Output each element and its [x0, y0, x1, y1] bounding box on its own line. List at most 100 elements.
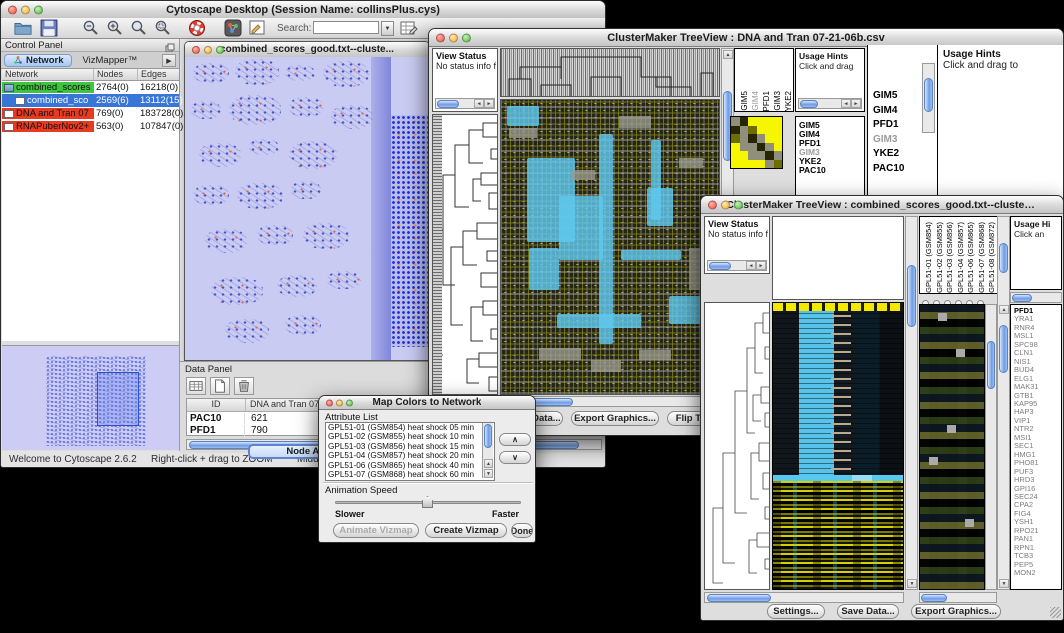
settings-button[interactable]: Settings... — [767, 604, 825, 619]
zoom-column-label[interactable]: GIM3 — [773, 91, 782, 111]
tv2-row-dendrogram[interactable] — [704, 302, 770, 590]
export-graphics-button[interactable]: Export Graphics... — [571, 411, 659, 426]
scroll-down-icon[interactable]: ▼ — [999, 579, 1009, 588]
attribute-item[interactable]: GPL51-06 (GSM865) heat shock 40 min — [326, 461, 494, 470]
network-view-titlebar[interactable]: combined_scores_good.txt--cluste... — [185, 42, 429, 58]
tv2-column-dendrogram-area[interactable] — [772, 216, 904, 300]
scrollbar-thumb[interactable] — [999, 325, 1008, 373]
col-id[interactable]: ID — [187, 399, 246, 411]
scrollbar-thumb[interactable] — [907, 265, 916, 327]
scrollbar-thumb[interactable] — [709, 262, 731, 270]
network-row[interactable]: combined_sco 2569(6) 13112(15) — [2, 94, 179, 107]
fragment-vscrollbar[interactable] — [922, 63, 935, 133]
vizmapper-toolbar-icon[interactable] — [223, 18, 243, 38]
save-data-button[interactable]: Save Data... — [837, 604, 899, 619]
float-panel-icon[interactable] — [165, 40, 175, 50]
minimize-button[interactable] — [721, 200, 730, 209]
array-column-label[interactable]: GPL51-06 (GSM865) — [967, 222, 976, 293]
scroll-right-icon[interactable]: ► — [851, 99, 861, 108]
gene-label[interactable]: MON2 — [1014, 569, 1061, 577]
close-button[interactable] — [436, 33, 445, 42]
tv2-labels-vscrollbar[interactable]: ▲ ▼ — [997, 216, 1010, 590]
attribute-item[interactable]: GPL51-03 (GSM856) heat shock 15 min — [326, 442, 494, 451]
search-input[interactable] — [313, 21, 379, 34]
tab-vizmapper[interactable]: VizMapper™ — [74, 54, 145, 67]
search-dropdown-arrow[interactable]: ▼ — [381, 21, 394, 36]
help-lifesaver-icon[interactable] — [187, 18, 207, 38]
zoom-button[interactable] — [346, 399, 353, 406]
scrollbar-thumb[interactable] — [924, 78, 933, 112]
scroll-left-icon[interactable]: ◄ — [474, 99, 484, 108]
scrollbar-thumb[interactable] — [921, 594, 947, 602]
col-edges[interactable]: Edges — [138, 69, 178, 80]
scroll-up-icon[interactable]: ▲ — [484, 459, 493, 468]
scrollbar-thumb[interactable] — [484, 424, 492, 448]
tv1-status-scrollbar[interactable]: ◄ ► — [435, 98, 495, 109]
scrollbar-thumb[interactable] — [1012, 294, 1032, 302]
overview-viewport-rect[interactable] — [97, 372, 139, 426]
col-network[interactable]: Network — [2, 69, 94, 80]
tv2-zoom-heatmap[interactable] — [919, 304, 985, 590]
zoom-button[interactable] — [462, 33, 471, 42]
move-up-button[interactable]: ∧ — [499, 433, 531, 446]
dialog-titlebar[interactable]: Map Colors to Network — [319, 396, 535, 410]
scrollbar-thumb[interactable] — [987, 341, 995, 389]
zoom-button[interactable] — [216, 46, 224, 54]
tab-more-button[interactable]: ▶ — [162, 54, 176, 67]
scrollbar-thumb[interactable] — [999, 243, 1008, 273]
scrollbar-thumb[interactable] — [437, 100, 459, 108]
network-row[interactable]: combined_scores 2764(0) 16218(0) — [2, 81, 179, 94]
zoom-out-icon[interactable] — [81, 18, 101, 38]
array-column-label[interactable]: GPL51-07 (GSM868) — [978, 222, 987, 293]
zoom-fit-icon[interactable] — [129, 18, 149, 38]
zoom-column-label[interactable]: YKE2 — [784, 91, 793, 111]
export-graphics-button[interactable]: Export Graphics... — [911, 604, 1001, 619]
treeview2-titlebar[interactable]: ClusterMaker TreeView : combined_scores_… — [701, 196, 1063, 214]
zoom-selected-icon[interactable] — [153, 18, 173, 38]
scroll-left-icon[interactable]: ◄ — [746, 261, 756, 270]
tv2-hints-scrollbar[interactable] — [1010, 292, 1062, 303]
close-button[interactable] — [708, 200, 717, 209]
annotation-toolbar-icon[interactable] — [247, 18, 267, 38]
tv1-global-heatmap[interactable] — [500, 99, 720, 395]
scroll-right-icon[interactable]: ► — [756, 261, 766, 270]
col-nodes[interactable]: Nodes — [94, 69, 138, 80]
zoom-column-label[interactable]: PFD1 — [762, 91, 771, 111]
attribute-item[interactable]: GPL51-04 (GSM857) heat shock 20 min — [326, 451, 494, 460]
close-button[interactable] — [326, 399, 333, 406]
tv2-zoom-hscrollbar[interactable] — [919, 592, 997, 603]
zoom-in-icon[interactable] — [105, 18, 125, 38]
zoom-button[interactable] — [734, 200, 743, 209]
array-column-label[interactable]: GPL51-03 (GSM856) — [946, 222, 955, 293]
attribute-item[interactable]: GPL51-01 (GSM854) heat shock 05 min — [326, 423, 494, 432]
gene-label[interactable]: PAC10 — [873, 162, 937, 177]
slider-thumb[interactable] — [422, 496, 433, 508]
gene-label[interactable]: YKE2 — [873, 147, 937, 162]
tv2-zoom-vscrollbar[interactable] — [985, 304, 997, 590]
array-column-label[interactable]: GPL51-04 (GSM857) — [957, 222, 966, 293]
animate-vizmap-button[interactable]: Animate Vizmap — [333, 523, 419, 538]
main-titlebar[interactable]: Cytoscape Desktop (Session Name: collins… — [1, 1, 605, 19]
network-row[interactable]: RNAPuberNov2+ 563(0) 107847(0) — [2, 120, 179, 133]
scroll-up-icon[interactable]: ▲ — [723, 50, 733, 59]
close-button[interactable] — [192, 46, 200, 54]
scrollbar-thumb[interactable] — [707, 594, 771, 602]
attribute-table-icon[interactable] — [186, 377, 206, 395]
scroll-up-icon[interactable]: ▲ — [999, 305, 1009, 314]
attribute-item[interactable]: GPL51-02 (GSM855) heat shock 10 min — [326, 432, 494, 441]
zoom-button[interactable] — [34, 5, 43, 14]
array-column-label[interactable]: GPL51-02 (GSM855) — [936, 222, 945, 293]
array-column-label[interactable]: GPL51-01 (GSM854) — [925, 222, 934, 293]
network-overview-panel[interactable] — [2, 345, 179, 450]
minimize-button[interactable] — [449, 33, 458, 42]
open-session-button[interactable] — [13, 18, 33, 38]
scrollbar-thumb[interactable] — [800, 100, 818, 108]
tv2-global-heatmap[interactable] — [772, 302, 904, 590]
done-button[interactable]: Done — [511, 523, 533, 538]
close-button[interactable] — [8, 5, 17, 14]
zoom-row-label[interactable]: PAC10 — [799, 166, 864, 175]
move-down-button[interactable]: ∨ — [499, 451, 531, 464]
tv2-vscrollbar[interactable]: ▼ — [905, 216, 918, 590]
scroll-left-icon[interactable]: ◄ — [841, 99, 851, 108]
tv2-status-scrollbar[interactable]: ◄ ► — [707, 260, 767, 271]
